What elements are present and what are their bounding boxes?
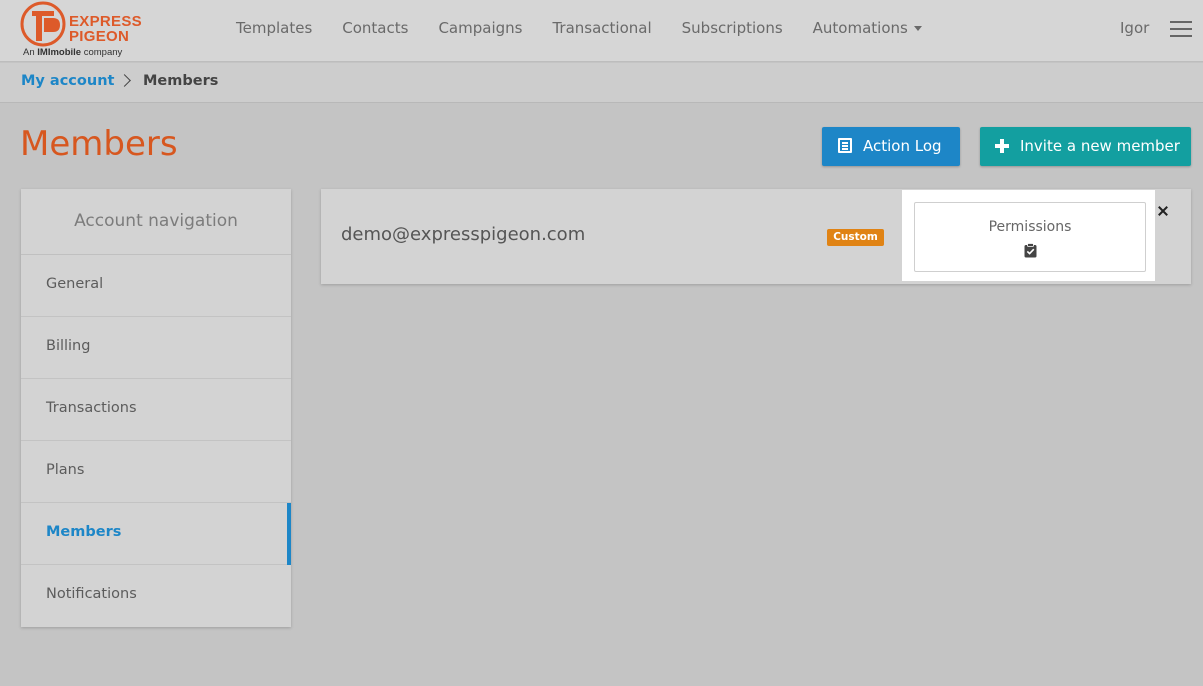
invite-member-label: Invite a new member <box>1020 137 1180 155</box>
sidebar-item-billing[interactable]: Billing <box>21 317 291 379</box>
permissions-popover: Permissions <box>902 190 1155 281</box>
logo-tagline: An IMImobile company <box>23 47 123 58</box>
nav-subscriptions[interactable]: Subscriptions <box>682 19 783 37</box>
page-title: Members <box>20 124 178 164</box>
chevron-right-icon <box>118 74 131 87</box>
logo-word-pigeon: PIGEON <box>69 28 130 45</box>
sidebar-item-general[interactable]: General <box>21 255 291 317</box>
nav-automations-label: Automations <box>812 19 908 37</box>
breadcrumb-my-account[interactable]: My account <box>21 73 114 89</box>
pigeon-logo-icon <box>20 1 66 47</box>
sidebar-item-notifications[interactable]: Notifications <box>21 565 291 627</box>
role-badge: Custom <box>827 229 884 246</box>
close-icon[interactable] <box>1155 203 1171 219</box>
plus-icon <box>995 139 1009 153</box>
sidebar-item-plans[interactable]: Plans <box>21 441 291 503</box>
account-navigation-title: Account navigation <box>21 189 291 255</box>
breadcrumb: My account Members <box>0 63 1203 103</box>
list-icon <box>838 138 852 153</box>
action-log-label: Action Log <box>863 137 942 155</box>
caret-down-icon <box>913 26 922 31</box>
hamburger-menu-icon[interactable] <box>1170 21 1192 37</box>
member-card: demo@expresspigeon.com Custom Permission… <box>321 189 1191 284</box>
permissions-button[interactable]: Permissions <box>914 202 1146 272</box>
member-email: demo@expresspigeon.com <box>341 224 586 245</box>
permissions-label: Permissions <box>988 219 1072 235</box>
sidebar-item-transactions[interactable]: Transactions <box>21 379 291 441</box>
expresspigeon-logo[interactable]: EXPRESS PIGEON An IMImobile company <box>20 1 142 59</box>
clipboard-check-icon <box>1024 243 1037 258</box>
user-name[interactable]: Igor <box>1120 19 1149 37</box>
nav-transactional[interactable]: Transactional <box>552 19 651 37</box>
nav-contacts[interactable]: Contacts <box>342 19 408 37</box>
nav-automations-dropdown[interactable]: Automations <box>813 19 922 37</box>
invite-member-button[interactable]: Invite a new member <box>980 127 1191 166</box>
sidebar-item-members[interactable]: Members <box>21 503 291 565</box>
main-nav: Templates Contacts Campaigns Transaction… <box>236 19 952 37</box>
nav-campaigns[interactable]: Campaigns <box>438 19 522 37</box>
account-navigation: Account navigation General Billing Trans… <box>21 189 291 627</box>
breadcrumb-current: Members <box>143 73 219 89</box>
top-navbar: EXPRESS PIGEON An IMImobile company Temp… <box>0 0 1203 62</box>
action-log-button[interactable]: Action Log <box>822 127 960 166</box>
nav-templates[interactable]: Templates <box>236 19 312 37</box>
